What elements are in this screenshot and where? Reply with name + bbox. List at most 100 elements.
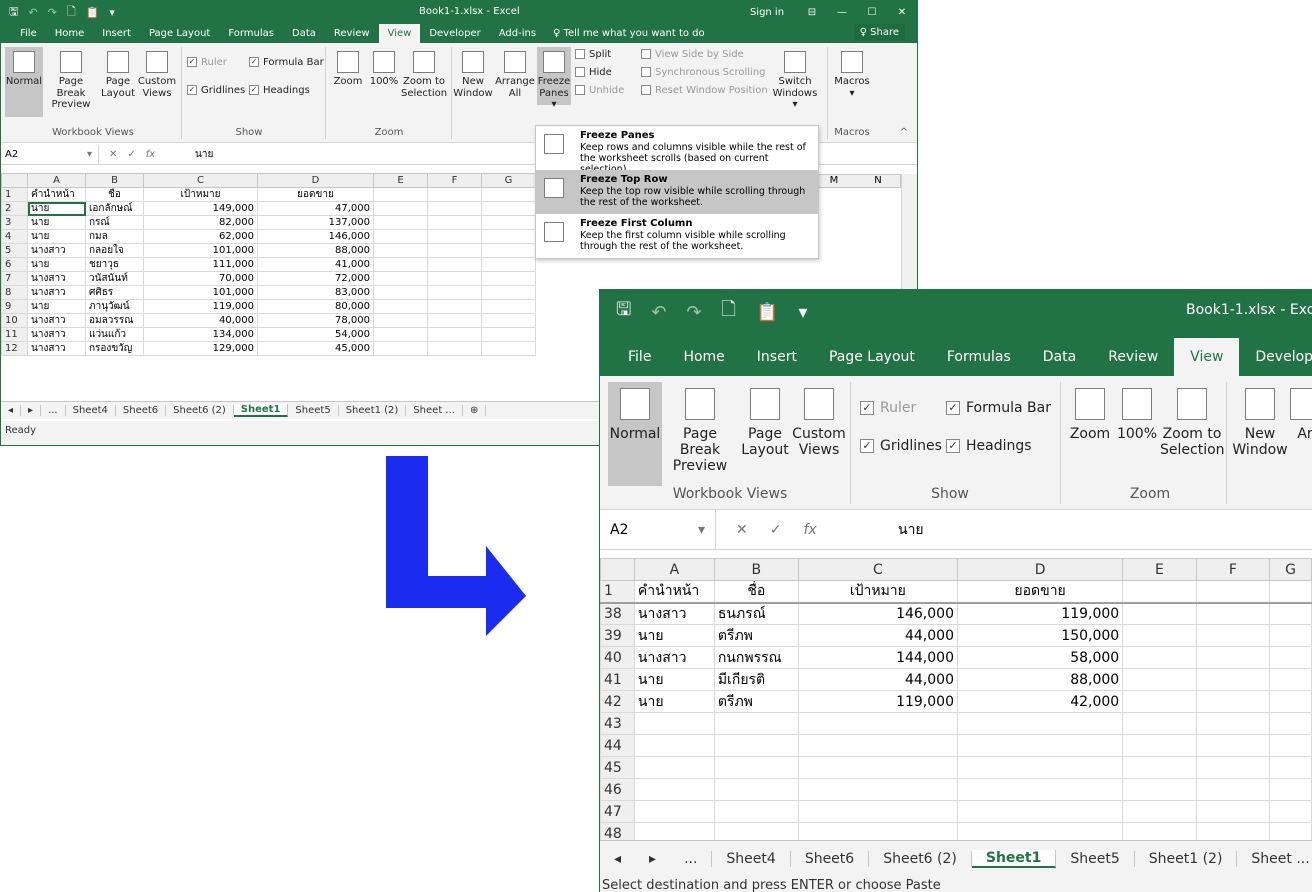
minimize-icon[interactable]: — [827,7,857,18]
cell[interactable] [956,778,1124,801]
cell[interactable] [481,243,536,258]
cell[interactable] [956,756,1124,779]
cell[interactable] [797,712,958,735]
cell[interactable]: แว่นแก้ว [85,327,144,342]
cell[interactable] [1269,734,1312,757]
cell[interactable] [713,734,799,757]
cell[interactable]: นาย [27,201,86,216]
row-header[interactable]: 10 [1,313,28,328]
cell[interactable] [1122,668,1197,691]
cell[interactable]: นาย [27,299,86,314]
cell[interactable] [373,187,428,202]
cell[interactable] [481,215,536,230]
headings-checkbox[interactable]: ✓ Headings [249,85,310,96]
row-header[interactable]: 47 [600,800,635,823]
cell[interactable] [427,341,482,356]
cell[interactable]: 129,000 [143,341,258,356]
select-all-corner[interactable] [600,558,635,581]
cell[interactable]: 101,000 [143,243,258,258]
column-header[interactable]: D [956,558,1124,581]
cell[interactable] [481,187,536,202]
ribbon-display-icon[interactable]: ⊟ [797,7,827,18]
enter-icon[interactable]: ✓ [127,149,135,160]
hide-button[interactable]: Hide [575,67,612,78]
cell[interactable] [427,215,482,230]
cell[interactable]: ชยาวุธ [85,257,144,272]
tab-file[interactable]: File [11,24,46,43]
formula-bar-checkbox[interactable]: ✓ Formula Bar [946,400,1051,416]
cell[interactable] [633,734,715,757]
enter-icon[interactable]: ✓ [770,522,782,538]
page-layout-button[interactable]: Page Layout [740,388,790,458]
cell[interactable]: นางสาว [27,327,86,342]
cell[interactable]: 83,000 [257,285,374,300]
name-box-dropdown-icon[interactable]: ▾ [87,149,92,160]
cell[interactable] [1195,800,1271,823]
cell[interactable] [1269,668,1312,691]
tab-developer[interactable]: Developer [420,24,489,43]
print-preview-icon[interactable]: 🗋 [722,297,736,327]
cell[interactable]: 146,000 [257,229,374,244]
cell[interactable]: 119,000 [143,299,258,314]
cell[interactable]: วนัสนันท์ [85,271,144,286]
row-header[interactable]: 12 [1,341,28,356]
cell[interactable]: 62,000 [143,229,258,244]
cell[interactable] [633,800,715,823]
tab-insert[interactable]: Insert [741,338,813,376]
formula-input[interactable]: นาย [892,519,924,541]
ruler-checkbox[interactable]: ✓ Ruler [187,57,227,68]
tab-file[interactable]: File [612,338,667,376]
tab-home[interactable]: Home [667,338,740,376]
zoom-to-selection-button[interactable]: Zoom to Selection [1160,388,1225,458]
cell[interactable] [481,201,536,216]
cell[interactable] [1195,668,1271,691]
cell[interactable] [481,271,536,286]
cell[interactable] [797,800,958,823]
cell[interactable] [1269,690,1312,713]
more-sheets-button[interactable]: ... [41,405,66,416]
row-header[interactable]: 45 [600,756,635,779]
cell[interactable] [956,734,1124,757]
zoom-button[interactable]: Zoom [331,51,365,88]
cell[interactable] [373,215,428,230]
split-button[interactable]: Split [575,49,611,60]
tab-add-ins[interactable]: Add-ins [490,24,545,43]
tab-formulas[interactable]: Formulas [219,24,283,43]
column-header[interactable]: G [481,173,536,188]
cancel-icon[interactable]: ✕ [736,522,748,538]
cell[interactable] [1122,690,1197,713]
zoom-button[interactable]: Zoom [1066,388,1114,442]
cell[interactable] [1195,624,1271,647]
paste-icon[interactable]: 📋 [756,302,778,323]
cell[interactable] [481,229,536,244]
freeze-panes-button[interactable]: Freeze Panes ▾ [537,47,571,110]
next-sheet-icon[interactable]: ▸ [635,851,670,867]
cell[interactable] [373,243,428,258]
cell[interactable] [427,187,482,202]
cell[interactable]: มีเกียรติ [713,668,799,691]
cell[interactable]: ยอดขาย [956,580,1124,603]
cell[interactable]: นาย [27,215,86,230]
cell[interactable]: นาย [27,257,86,272]
switch-windows-button[interactable]: Switch Windows ▾ [769,51,821,111]
row-header[interactable]: 1 [1,187,28,202]
row-header[interactable]: 41 [600,668,635,691]
cell[interactable]: อมลวรรณ [85,313,144,328]
cell[interactable] [481,299,536,314]
cell[interactable]: 78,000 [257,313,374,328]
cell[interactable]: กมล [85,229,144,244]
cell[interactable]: นางสาว [27,285,86,300]
name-box[interactable]: A2 ▾ [1,145,99,164]
cell[interactable]: คำนำหน้า [633,580,715,603]
cell[interactable] [1122,712,1197,735]
undo-icon[interactable]: ↶ [28,6,37,19]
cell[interactable] [797,734,958,757]
zoom-to-selection-button[interactable]: Zoom to Selection [401,51,447,99]
normal-view-button[interactable]: Normal [608,382,662,486]
cell[interactable]: นางสาว [27,313,86,328]
cell[interactable] [1122,646,1197,669]
tab-developer[interactable]: Developer [1239,338,1312,376]
cell[interactable] [481,341,536,356]
cell[interactable] [1195,734,1271,757]
row-header[interactable]: 9 [1,299,28,314]
